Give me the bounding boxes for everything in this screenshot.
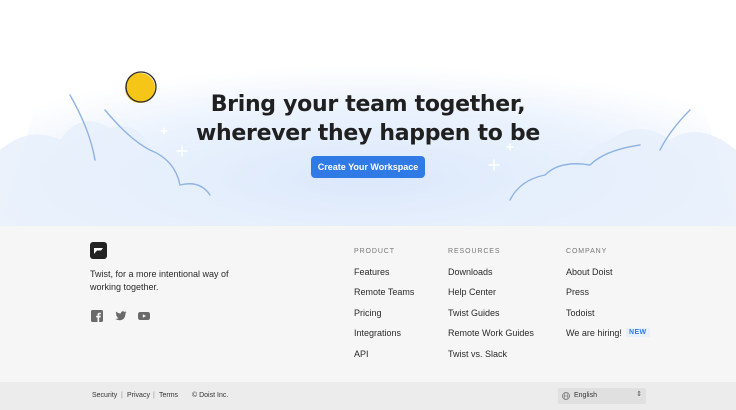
hero-section: Bring your team together, wherever they …	[0, 0, 736, 226]
globe-icon	[562, 392, 570, 400]
footer-link-todoist[interactable]: Todoist	[566, 308, 595, 318]
privacy-link[interactable]: Privacy	[127, 392, 150, 399]
hero-title-line-2: wherever they happen to be	[196, 121, 540, 146]
twist-logo[interactable]	[90, 242, 107, 259]
language-select[interactable]: English ⇕	[558, 388, 646, 404]
select-caret-icon: ⇕	[636, 391, 642, 398]
footer-link-features[interactable]: Features	[354, 267, 390, 277]
twitter-icon[interactable]	[115, 310, 127, 322]
footer-tagline: Twist, for a more intentional way of wor…	[90, 269, 229, 292]
footer-link-api[interactable]: API	[354, 349, 369, 359]
legal-bar: Security | Privacy | Terms © Doist Inc. …	[0, 382, 736, 410]
footer: Twist, for a more intentional way of wor…	[0, 226, 736, 382]
footer-heading-company: COMPANY	[566, 248, 608, 255]
create-workspace-button[interactable]: Create Your Workspace	[311, 156, 425, 178]
language-value: English	[574, 392, 597, 399]
security-link[interactable]: Security	[92, 392, 117, 399]
footer-link-press[interactable]: Press	[566, 287, 589, 297]
footer-heading-resources: RESOURCES	[448, 248, 501, 255]
footer-heading-product: PRODUCT	[354, 248, 395, 255]
footer-link-remote-work-guides[interactable]: Remote Work Guides	[448, 328, 534, 338]
youtube-icon[interactable]	[138, 310, 150, 322]
footer-link-twist-guides[interactable]: Twist Guides	[448, 308, 500, 318]
divider: |	[153, 392, 155, 399]
hero-title: Bring your team together, wherever they …	[0, 90, 736, 148]
divider: |	[121, 392, 123, 399]
hero-title-line-1: Bring your team together,	[210, 92, 526, 117]
footer-link-hiring[interactable]: We are hiring!	[566, 328, 622, 338]
terms-link[interactable]: Terms	[159, 392, 178, 399]
footer-link-help-center[interactable]: Help Center	[448, 287, 496, 297]
footer-link-twist-vs-slack[interactable]: Twist vs. Slack	[448, 349, 507, 359]
twist-logo-icon	[94, 248, 103, 254]
footer-link-downloads[interactable]: Downloads	[448, 267, 493, 277]
copyright-text: © Doist Inc.	[192, 392, 229, 399]
footer-link-remote-teams[interactable]: Remote Teams	[354, 287, 414, 297]
footer-link-about-doist[interactable]: About Doist	[566, 267, 613, 277]
footer-link-pricing[interactable]: Pricing	[354, 308, 382, 318]
new-badge: NEW	[626, 328, 650, 337]
footer-link-integrations[interactable]: Integrations	[354, 328, 401, 338]
facebook-icon[interactable]	[91, 310, 103, 322]
